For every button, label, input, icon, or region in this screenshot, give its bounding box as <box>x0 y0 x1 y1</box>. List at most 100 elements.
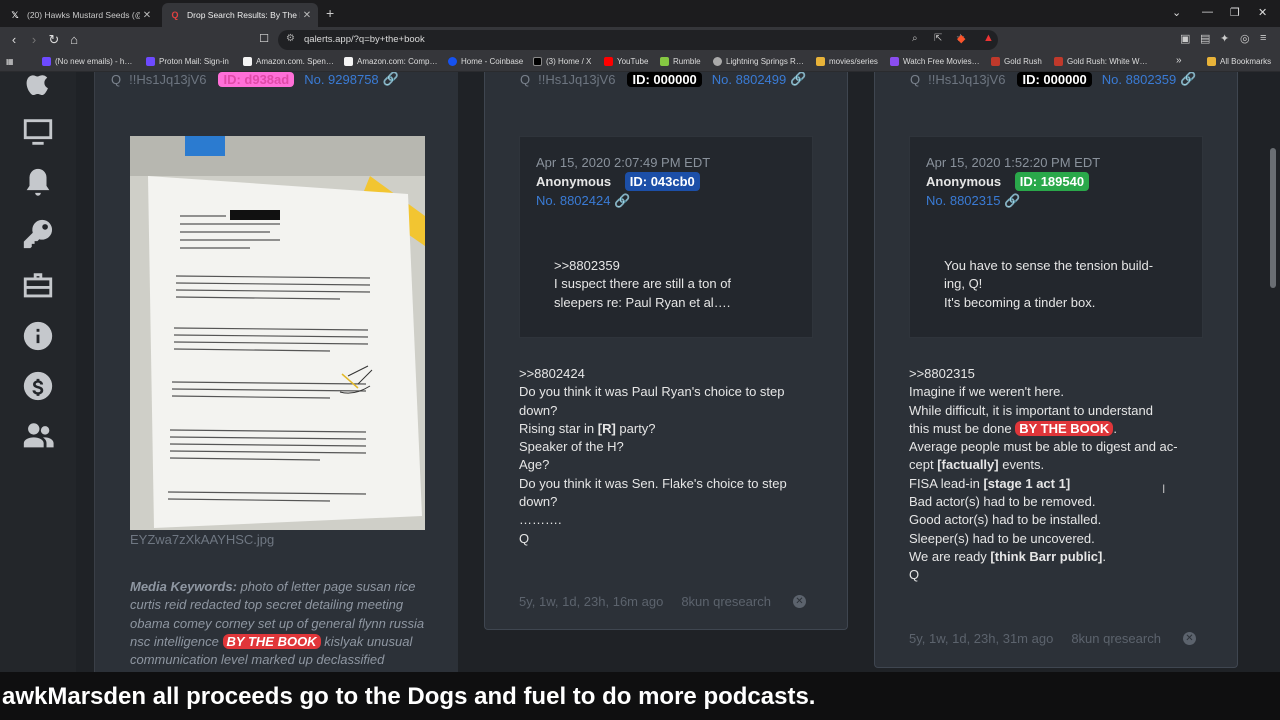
quoted-post-author: Anonymous <box>536 174 612 189</box>
text-line: ………. <box>519 512 562 528</box>
text-fragment: party? <box>615 420 656 436</box>
close-icon[interactable]: ✕ <box>1182 632 1196 645</box>
link-icon[interactable]: 🔗 <box>1004 193 1020 208</box>
scrollbar-thumb[interactable] <box>1270 148 1276 288</box>
home-icon[interactable]: ⌂ <box>66 32 82 47</box>
bookmark-item[interactable]: Amazon.com: Comp… <box>344 57 437 66</box>
info-icon[interactable] <box>20 318 56 354</box>
text-line: >>8802359 <box>554 258 620 273</box>
text-fragment: this must be done <box>909 420 1012 436</box>
bookmark-label: (3) Home / X <box>546 57 592 66</box>
link-icon[interactable]: 🔗 <box>614 193 630 208</box>
url-input[interactable]: ⚙ qalerts.app/?q=by+the+book ⌕ ⇱ ☆ <box>278 30 998 50</box>
search-highlight: BY THE BOOK <box>1015 420 1114 436</box>
text-fragment: . <box>1102 548 1106 564</box>
text-cursor-icon: I <box>1162 482 1166 496</box>
reload-icon[interactable]: ↻ <box>46 32 62 48</box>
post-card: Q !!Hs1Jq13jV6 ID: 000000 No. 8802359 🔗 … <box>874 72 1238 668</box>
post-id-badge: ID: d938ad <box>218 72 295 87</box>
forward-icon[interactable]: › <box>26 32 42 47</box>
text-line: Do you think it was Paul Ryan's choice t… <box>519 384 785 400</box>
image-filename[interactable]: EYZwa7zXkAAYHSC.jpg <box>130 532 274 547</box>
monitor-icon[interactable] <box>20 114 56 150</box>
text-line: Good actor(s) had to be installed. <box>909 512 1102 528</box>
bookmark-item[interactable]: (No new emails) - h… <box>42 57 132 66</box>
wallet-icon[interactable]: ▤ <box>1200 32 1210 45</box>
bold-fragment: [factually] <box>937 457 999 473</box>
bookmark-item[interactable]: Proton Mail: Sign-in <box>146 57 229 66</box>
text-line: It's becoming a tinder box. <box>944 294 1096 310</box>
extensions-icon[interactable]: ✦ <box>1220 32 1229 45</box>
bookmark-favicon <box>604 57 613 66</box>
bookmark-item[interactable]: Lightning Springs R… <box>713 57 804 66</box>
quoted-post-number-link[interactable]: No. 8802315 <box>926 193 1000 208</box>
bookmark-favicon <box>660 57 669 66</box>
bookmark-favicon <box>1054 57 1063 66</box>
bookmark-item[interactable]: Watch Free Movies… <box>890 57 980 66</box>
bookmark-label: Amazon.com. Spen… <box>256 57 334 66</box>
more-bookmarks-button[interactable]: » <box>1176 55 1182 66</box>
maximize-icon[interactable]: ❐ <box>1230 6 1240 19</box>
quoted-post-number-link[interactable]: No. 8802424 <box>536 193 610 208</box>
zoom-icon[interactable]: ⌕ <box>912 33 918 44</box>
apps-icon[interactable]: ▦ <box>6 57 14 66</box>
bookmark-item[interactable]: Home - Coinbase <box>448 57 523 66</box>
share-icon[interactable]: ⇱ <box>934 33 942 44</box>
link-icon[interactable]: 🔗 <box>383 72 399 87</box>
site-info-icon[interactable]: ⚙ <box>286 33 295 44</box>
text-fragment: events. <box>1002 457 1045 473</box>
post-id-badge: ID: 000000 <box>627 72 702 87</box>
bookmark-item[interactable]: Rumble <box>660 57 701 66</box>
text-line: While difficult, it is important to unde… <box>909 402 1153 418</box>
tab-drop-search[interactable]: Q Drop Search Results: By The Bo… ✕ <box>162 3 318 27</box>
apple-icon[interactable] <box>20 72 56 100</box>
back-icon[interactable]: ‹ <box>6 32 22 47</box>
toolbox-icon[interactable] <box>20 268 56 304</box>
users-icon[interactable] <box>20 418 56 454</box>
text-line: Rising star in [R] party? <box>519 420 829 438</box>
text-line: Q <box>519 530 530 546</box>
text-line: ing, Q! <box>944 276 983 292</box>
post-number-link[interactable]: No. 8802499 <box>712 72 786 87</box>
bookmark-item[interactable]: Amazon.com. Spen… <box>243 57 334 66</box>
close-window-icon[interactable]: ✕ <box>1258 6 1267 19</box>
chevron-down-icon[interactable]: ⌄ <box>1172 6 1181 19</box>
vpn-icon[interactable]: ◎ <box>1240 32 1250 45</box>
close-icon[interactable]: ✕ <box>300 10 314 21</box>
post-number-link[interactable]: No. 9298758 <box>304 72 378 87</box>
attached-image[interactable] <box>130 136 425 530</box>
stream-ticker: awkMarsden all proceeds go to the Dogs a… <box>0 672 1280 720</box>
new-tab-button[interactable]: + <box>326 5 334 21</box>
post-number-link[interactable]: No. 8802359 <box>1102 72 1176 87</box>
bookmark-favicon <box>146 57 155 66</box>
tab-label: Drop Search Results: By The Bo… <box>187 10 300 20</box>
bookmark-item[interactable]: (3) Home / X <box>533 57 591 66</box>
bookmark-icon[interactable]: ☐ <box>256 32 272 45</box>
bookmark-item[interactable]: YouTube <box>604 57 648 66</box>
post-card: Q !!Hs1Jq13jV6 ID: 000000 No. 8802499 🔗 … <box>484 72 848 630</box>
dollar-icon[interactable] <box>20 368 56 404</box>
minimize-icon[interactable]: — <box>1202 6 1213 18</box>
close-icon[interactable]: ✕ <box>792 595 806 608</box>
brave-shield-icon[interactable]: ◆ <box>957 32 965 45</box>
text-line: down? <box>519 402 558 418</box>
link-icon[interactable]: 🔗 <box>1180 72 1196 87</box>
quoted-post: Apr 15, 2020 2:07:49 PM EDT Anonymous ID… <box>519 136 813 338</box>
text-fragment: cept <box>909 457 934 473</box>
bookmark-item[interactable]: Gold Rush: White W… <box>1054 57 1147 66</box>
bell-icon[interactable] <box>20 165 56 201</box>
menu-icon[interactable]: ≡ <box>1260 32 1266 44</box>
all-bookmarks-item[interactable]: All Bookmarks <box>1207 57 1271 66</box>
bookmark-label: Amazon.com: Comp… <box>357 57 438 66</box>
bookmark-label: Lightning Springs R… <box>726 57 804 66</box>
tab-hawks[interactable]: 𝕏 (20) Hawks Mustard Seeds (@hawk… ✕ <box>2 3 158 27</box>
rewards-icon[interactable]: ▲ <box>983 32 994 44</box>
key-icon[interactable] <box>20 216 56 252</box>
bookmarks-bar: ▦ (No new emails) - h… Proton Mail: Sign… <box>0 54 1280 72</box>
bookmark-item[interactable]: Gold Rush <box>991 57 1042 66</box>
bookmark-label: All Bookmarks <box>1220 57 1272 66</box>
link-icon[interactable]: 🔗 <box>790 72 806 87</box>
sidebar-toggle-icon[interactable]: ▣ <box>1180 32 1190 45</box>
bookmark-item[interactable]: movies/series <box>816 57 878 66</box>
close-icon[interactable]: ✕ <box>140 10 154 21</box>
